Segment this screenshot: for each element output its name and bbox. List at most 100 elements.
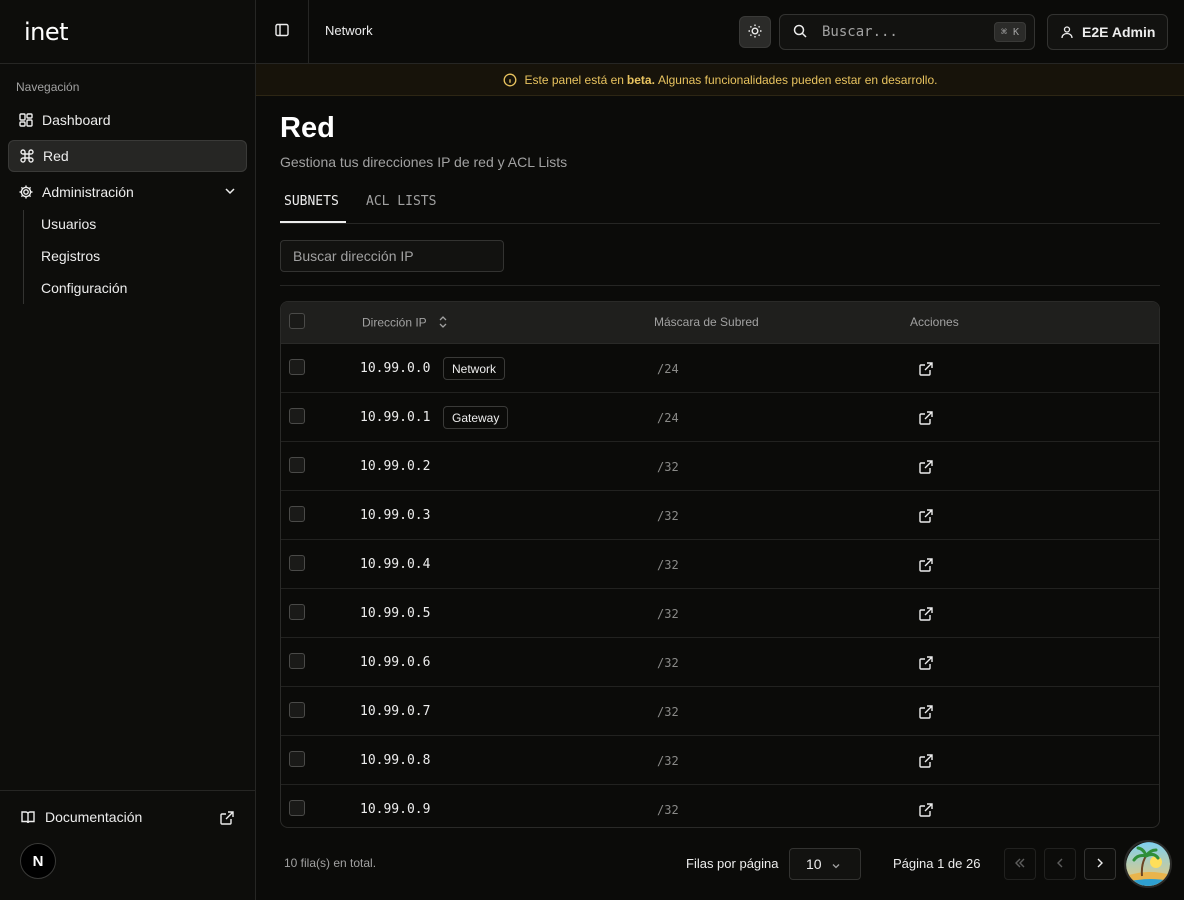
sidebar-item-dashboard[interactable]: Dashboard [8,104,247,136]
row-checkbox[interactable] [289,702,305,718]
ip-address: 10.99.0.3 [360,508,431,523]
external-link-icon[interactable] [918,557,934,573]
user-label: E2E Admin [1082,24,1156,40]
row-count: 10 fila(s) en total. [284,856,377,870]
first-page-button[interactable] [1004,848,1036,880]
ip-type-badge: Network [443,357,506,380]
sidebar-subitem-configuracion[interactable]: Configuración [41,280,127,296]
assistant-avatar[interactable] [1124,840,1172,888]
rows-per-page-label: Filas por página [686,856,779,871]
sidebar-subitem-usuarios[interactable]: Usuarios [41,216,96,232]
avatar[interactable]: N [20,843,56,879]
logo-area: inet [0,0,255,64]
external-link-icon[interactable] [918,606,934,622]
subnet-mask: /32 [657,509,679,523]
row-checkbox[interactable] [289,800,305,816]
table-row[interactable]: 10.99.0.8/32 [281,736,1159,785]
beta-banner: Este panel está en beta. Algunas funcion… [256,64,1184,96]
table-row[interactable]: 10.99.0.9/32 [281,785,1159,827]
row-checkbox[interactable] [289,457,305,473]
subnets-table: Dirección IP Máscara de Subred Acciones … [280,301,1160,828]
row-checkbox[interactable] [289,408,305,424]
sun-icon [747,23,763,42]
external-link-icon[interactable] [918,753,934,769]
column-header-actions: Acciones [910,315,959,329]
global-search[interactable]: Buscar... ⌘ K [779,14,1035,50]
beta-bold: beta. [626,72,655,87]
table-row[interactable]: 10.99.0.7/32 [281,687,1159,736]
ip-type-badge: Gateway [443,406,509,429]
table-row[interactable]: 10.99.0.5/32 [281,589,1159,638]
gear-icon [18,184,34,200]
external-link-icon[interactable] [918,655,934,671]
logo[interactable]: inet [24,18,69,46]
column-header-ip-label: Dirección IP [362,315,427,330]
beta-prefix: Este panel está en [524,72,624,87]
table-row[interactable]: 10.99.0.4/32 [281,540,1159,589]
row-checkbox[interactable] [289,604,305,620]
subnet-mask: /24 [657,362,679,376]
beta-suffix: Algunas funcionalidades pueden estar en … [657,72,938,87]
ip-address: 10.99.0.7 [360,704,431,719]
table-row[interactable]: 10.99.0.6/32 [281,638,1159,687]
sort-icon [438,315,448,332]
column-header-ip[interactable]: Dirección IP [362,315,448,332]
table-header: Dirección IP Máscara de Subred Acciones [281,302,1159,344]
table-row[interactable]: 10.99.0.1 Gateway/24 [281,393,1159,442]
ip-address: 10.99.0.9 [360,802,431,817]
nav-section-label: Navegación [16,80,80,94]
external-link-icon[interactable] [918,802,934,818]
row-checkbox[interactable] [289,359,305,375]
user-icon [1060,25,1074,39]
chevron-right-icon [1093,856,1107,873]
sidebar-item-label: Dashboard [42,112,111,128]
rows-per-page-select[interactable]: 10 [789,848,861,880]
row-checkbox[interactable] [289,506,305,522]
row-checkbox[interactable] [289,555,305,571]
sidebar-toggle-icon [274,22,290,41]
external-link-icon[interactable] [918,508,934,524]
external-link-icon[interactable] [918,704,934,720]
sidebar-toggle-button[interactable] [256,0,309,63]
page-title: Red [280,112,335,144]
select-all-checkbox[interactable] [289,313,305,329]
sidebar-item-red[interactable]: Red [8,140,247,172]
table-row[interactable]: 10.99.0.3/32 [281,491,1159,540]
command-icon [19,148,35,164]
topbar: Network Buscar... ⌘ K E2E Admin [256,0,1184,64]
ip-search-input[interactable] [280,240,504,272]
documentation-link[interactable]: Documentación [20,809,235,825]
divider [280,285,1160,286]
user-menu-button[interactable]: E2E Admin [1047,14,1168,50]
chevron-down-icon [830,859,842,871]
chevrons-left-icon [1013,856,1027,873]
info-icon [503,73,517,87]
row-checkbox[interactable] [289,653,305,669]
sidebar: inet Navegación Dashboard Red Administra… [0,0,256,900]
chevron-left-icon [1053,856,1067,873]
external-link-icon[interactable] [918,361,934,377]
chevron-down-icon [223,184,237,198]
ip-address: 10.99.0.1 [360,410,431,425]
theme-toggle-button[interactable] [739,16,771,48]
sidebar-item-administracion[interactable]: Administración [8,176,247,208]
external-link-icon[interactable] [918,459,934,475]
external-link-icon[interactable] [918,410,934,426]
table-row[interactable]: 10.99.0.2/32 [281,442,1159,491]
ip-address: 10.99.0.2 [360,459,431,474]
sidebar-subitem-registros[interactable]: Registros [41,248,100,264]
ip-address: 10.99.0.4 [360,557,431,572]
active-tab-indicator [280,221,346,223]
ip-address: 10.99.0.6 [360,655,431,670]
subnet-mask: /32 [657,803,679,817]
sidebar-item-label: Administración [42,184,134,200]
ip-address: 10.99.0.8 [360,753,431,768]
next-page-button[interactable] [1084,848,1116,880]
row-checkbox[interactable] [289,751,305,767]
tab-subnets[interactable]: SUBNETS [284,194,339,209]
previous-page-button[interactable] [1044,848,1076,880]
tab-acl-lists[interactable]: ACL LISTS [366,194,436,209]
subnet-mask: /32 [657,460,679,474]
subnet-mask: /32 [657,705,679,719]
table-row[interactable]: 10.99.0.0 Network/24 [281,344,1159,393]
